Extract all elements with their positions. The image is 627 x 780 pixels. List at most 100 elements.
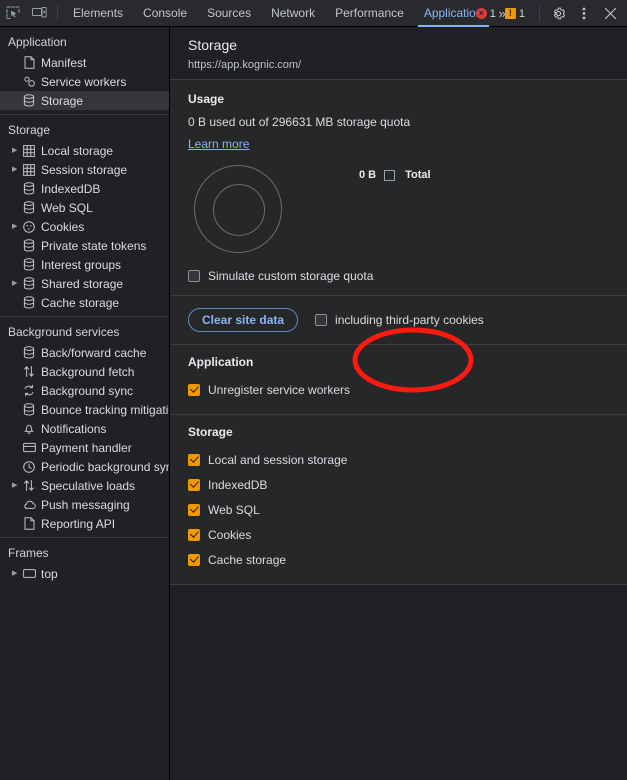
- usage-legend-label: Total: [405, 169, 431, 181]
- sidebar-item-bounce-tracking-mitigations[interactable]: ▶ Bounce tracking mitigations: [0, 400, 169, 419]
- sidebar-item-label: Payment handler: [41, 440, 132, 455]
- expand-arrow-icon[interactable]: ▶: [12, 223, 22, 230]
- frame-icon: [22, 567, 36, 581]
- cookies-checkbox[interactable]: [188, 528, 200, 541]
- unregister-service-workers-checkbox[interactable]: [188, 383, 200, 396]
- database-icon: [22, 296, 36, 310]
- sidebar-item-interest-groups[interactable]: ▶ Interest groups: [0, 255, 169, 274]
- arrows-updown-icon: [22, 365, 36, 379]
- list-item[interactable]: IndexedDB: [188, 472, 627, 497]
- sidebar-item-back-forward-cache[interactable]: ▶ Back/forward cache: [0, 343, 169, 362]
- sidebar-item-label: Push messaging: [41, 497, 130, 512]
- usage-legend: 0 B Total: [359, 169, 431, 181]
- warning-count: 1: [518, 7, 525, 20]
- application-section-title: Application: [188, 355, 254, 369]
- sidebar-item-label: Reporting API: [41, 516, 116, 531]
- list-item[interactable]: Local and session storage: [188, 447, 627, 472]
- list-item[interactable]: Web SQL: [188, 497, 627, 522]
- expand-arrow-icon[interactable]: ▶: [12, 147, 22, 154]
- sidebar-item-background-sync[interactable]: ▶ Background sync: [0, 381, 169, 400]
- sidebar-item-top-frame[interactable]: ▶ top: [0, 564, 169, 583]
- sidebar-item-speculative-loads[interactable]: ▶ Speculative loads: [0, 476, 169, 495]
- sidebar-item-label: Periodic background sync: [41, 459, 170, 474]
- clock-icon: [22, 460, 36, 474]
- cache-storage-checkbox[interactable]: [188, 553, 200, 566]
- tab-network[interactable]: Network: [261, 0, 325, 27]
- table-icon: [22, 144, 36, 158]
- simulate-quota-row[interactable]: Simulate custom storage quota: [188, 269, 627, 283]
- tab-elements[interactable]: Elements: [63, 0, 133, 27]
- sidebar-item-cache-storage[interactable]: ▶ Cache storage: [0, 293, 169, 312]
- sidebar-item-storage[interactable]: ▶ Storage: [0, 91, 169, 110]
- gear-icon[interactable]: [545, 1, 571, 27]
- tab-performance[interactable]: Performance: [325, 0, 414, 27]
- expand-arrow-icon[interactable]: ▶: [12, 166, 22, 173]
- panel-empty-space: [170, 585, 627, 780]
- sidebar-item-shared-storage[interactable]: ▶ Shared storage: [0, 274, 169, 293]
- sidebar-item-background-fetch[interactable]: ▶ Background fetch: [0, 362, 169, 381]
- toolbar-right-controls: × 1 ! 1: [475, 0, 627, 27]
- expand-arrow-icon[interactable]: ▶: [12, 482, 22, 489]
- expand-arrow-icon[interactable]: ▶: [12, 280, 22, 287]
- third-party-cookies-checkbox[interactable]: [315, 314, 328, 326]
- web-sql-checkbox[interactable]: [188, 503, 200, 516]
- simulate-quota-checkbox[interactable]: [188, 270, 200, 282]
- close-icon[interactable]: [597, 1, 623, 27]
- database-icon: [22, 258, 36, 272]
- toolbar-divider-right: [539, 5, 540, 22]
- toolbar-divider: [57, 5, 58, 21]
- sidebar-item-cookies[interactable]: ▶ Cookies: [0, 217, 169, 236]
- sidebar-item-web-sql[interactable]: ▶ Web SQL: [0, 198, 169, 217]
- sidebar-section-title-frames: Frames: [8, 546, 49, 560]
- sidebar-item-manifest[interactable]: ▶ Manifest: [0, 53, 169, 72]
- simulate-quota-label: Simulate custom storage quota: [208, 269, 374, 283]
- kebab-menu-icon[interactable]: [571, 1, 597, 27]
- sidebar-item-reporting-api[interactable]: ▶ Reporting API: [0, 514, 169, 533]
- document-icon: [22, 517, 36, 531]
- device-toolbar-icon[interactable]: [26, 0, 52, 26]
- sidebar-item-label: Shared storage: [41, 276, 124, 291]
- third-party-cookies-row[interactable]: including third-party cookies: [315, 313, 484, 327]
- clear-site-data-button[interactable]: Clear site data: [188, 308, 299, 332]
- tab-console[interactable]: Console: [133, 0, 197, 27]
- cookie-icon: [22, 220, 36, 234]
- cloud-icon: [22, 498, 36, 512]
- storage-panel-header: Storage https://app.kognic.com/: [170, 27, 627, 80]
- third-party-cookies-label: including third-party cookies: [335, 313, 484, 327]
- sidebar-item-label: IndexedDB: [41, 181, 101, 196]
- sidebar-item-session-storage[interactable]: ▶ Session storage: [0, 160, 169, 179]
- sidebar-item-indexeddb[interactable]: ▶ IndexedDB: [0, 179, 169, 198]
- error-icon: ×: [475, 8, 487, 19]
- database-icon: [22, 403, 36, 417]
- list-item-label: IndexedDB: [208, 477, 268, 492]
- list-item-label: Cookies: [208, 527, 252, 542]
- sidebar-section-title-background-services: Background services: [8, 325, 120, 339]
- expand-arrow-icon[interactable]: ▶: [12, 570, 22, 577]
- application-clear-section: Application Unregister service workers: [170, 345, 627, 415]
- sidebar-item-notifications[interactable]: ▶ Notifications: [0, 419, 169, 438]
- sidebar-item-payment-handler[interactable]: ▶ Payment handler: [0, 438, 169, 457]
- error-badge[interactable]: × 1: [475, 8, 496, 20]
- sidebar-section-title-application: Application: [8, 35, 67, 49]
- sidebar-item-local-storage[interactable]: ▶ Local storage: [0, 141, 169, 160]
- storage-clear-section: Storage Local and session storage Indexe…: [170, 415, 627, 585]
- sidebar-item-label: Back/forward cache: [41, 345, 147, 360]
- gears-icon: [22, 75, 36, 89]
- local-session-storage-checkbox[interactable]: [188, 453, 200, 466]
- sidebar-section-title-storage: Storage: [8, 123, 51, 137]
- list-item[interactable]: Cache storage: [188, 547, 627, 572]
- database-icon: [22, 346, 36, 360]
- sidebar-item-private-state-tokens[interactable]: ▶ Private state tokens: [0, 236, 169, 255]
- indexeddb-checkbox[interactable]: [188, 478, 200, 491]
- sidebar-item-service-workers[interactable]: ▶ Service workers: [0, 72, 169, 91]
- learn-more-link[interactable]: Learn more: [188, 137, 249, 151]
- list-item-label: Cache storage: [208, 552, 287, 567]
- warning-badge[interactable]: ! 1: [504, 7, 525, 20]
- sidebar-item-periodic-background-sync[interactable]: ▶ Periodic background sync: [0, 457, 169, 476]
- list-item[interactable]: Unregister service workers: [188, 377, 627, 402]
- list-item[interactable]: Cookies: [188, 522, 627, 547]
- inspect-element-icon[interactable]: [0, 0, 26, 26]
- sidebar-item-label: Bounce tracking mitigations: [41, 402, 169, 417]
- tab-sources[interactable]: Sources: [197, 0, 261, 27]
- sidebar-item-push-messaging[interactable]: ▶ Push messaging: [0, 495, 169, 514]
